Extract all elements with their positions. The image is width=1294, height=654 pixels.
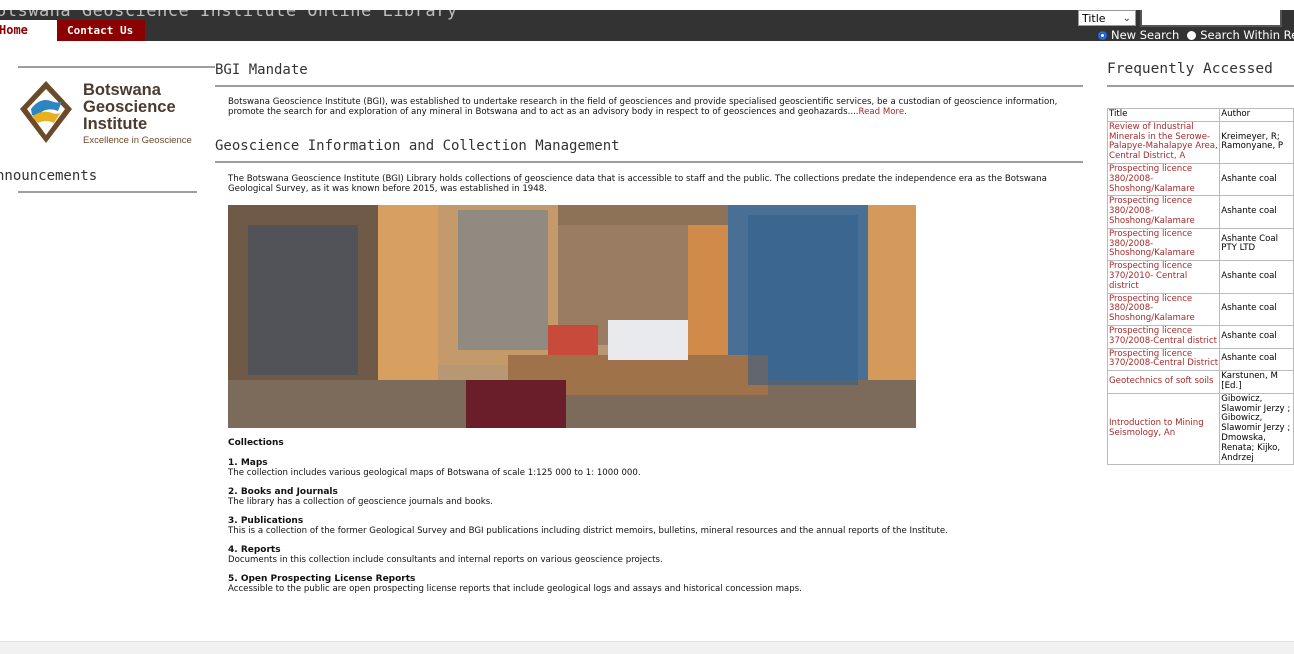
collection-item-text: Accessible to the public are open prospe… (228, 584, 802, 594)
row-author: Ashante coal (1219, 347, 1294, 372)
sidebar (0, 66, 215, 68)
row-title-link[interactable]: Prospecting licence 380/2008-Shoshong/Ka… (1106, 292, 1221, 326)
row-title-link[interactable]: Prospecting licence 370/2010- Central di… (1106, 260, 1221, 294)
collection-item: 4. Reports Documents in this collection … (228, 545, 1088, 565)
row-title-link[interactable]: Review of Industrial Minerals in the Ser… (1106, 120, 1221, 164)
row-title-link[interactable]: Prospecting licence 370/2008-Central Dis… (1106, 347, 1221, 372)
search-input[interactable] (1140, 10, 1282, 27)
read-more-link[interactable]: Read More. (859, 107, 907, 117)
search-field-select-value: Title (1082, 12, 1106, 25)
frequently-accessed-divider (1107, 85, 1294, 87)
column-header-author: Author (1219, 108, 1294, 122)
row-author: Ashante coal (1219, 195, 1294, 229)
table-row: Prospecting licence 370/2008-Central Dis… (1106, 347, 1294, 372)
table-row: Prospecting licence 380/2008-Shoshong/Ka… (1106, 162, 1294, 197)
row-title-link[interactable]: Geotechnics of soft soils (1106, 370, 1221, 394)
library-photo (228, 205, 916, 428)
bgi-logo-icon (20, 81, 72, 143)
row-author: Ashante coal (1219, 324, 1294, 349)
mandate-divider (215, 85, 1083, 87)
row-title-link[interactable]: Prospecting licence 380/2008-Shoshong/Ka… (1106, 162, 1221, 197)
radio-new-search-label: New Search (1111, 28, 1180, 42)
frequently-accessed-table: Title Author Review of Industrial Minera… (1106, 108, 1294, 466)
collection-item-text: The library has a collection of geoscien… (228, 497, 493, 507)
table-row: Review of Industrial Minerals in the Ser… (1106, 120, 1294, 164)
logo-tagline: Excellence in Geoscience (83, 135, 192, 146)
sidebar-divider-top (18, 66, 215, 68)
announcements-heading: nnouncements (0, 168, 98, 184)
collection-item: 3. Publications This is a collection of … (228, 516, 1088, 536)
row-title-link[interactable]: Introduction to Mining Seismology, An (1106, 392, 1221, 466)
table-header-row: Title Author (1106, 108, 1294, 122)
search-mode-options: New Search Search Within Re (1098, 28, 1294, 42)
logo-name-line: Geoscience (83, 98, 176, 116)
radio-search-within[interactable] (1187, 30, 1197, 40)
table-row: Prospecting licence 370/2010- Central di… (1106, 260, 1294, 294)
row-author: Ashante Coal PTY LTD (1219, 227, 1294, 262)
collections-heading: Collections (228, 438, 284, 448)
collection-item-title: 4. Reports (228, 545, 281, 555)
row-author: Gibowicz, Slawomir Jerzy ; Gibowicz, Sla… (1219, 392, 1294, 466)
table-row: Introduction to Mining Seismology, An Gi… (1106, 392, 1294, 466)
collection-item-title: 5. Open Prospecting License Reports (228, 574, 416, 584)
row-author: Kreimeyer, R; Ramonyane, P (1219, 120, 1294, 164)
nav-contact-link[interactable]: Contact Us (57, 20, 146, 41)
collection-item-text: This is a collection of the former Geolo… (228, 526, 948, 536)
collections-section: Collections 1. Maps The collection inclu… (228, 438, 1088, 603)
column-header-title: Title (1106, 108, 1221, 122)
row-title-link[interactable]: Prospecting licence 370/2008-Central dis… (1106, 324, 1221, 349)
collection-item: 1. Maps The collection includes various … (228, 458, 1088, 478)
frequently-accessed-heading: Frequently Accessed (1107, 61, 1273, 77)
row-title-link[interactable]: Prospecting licence 380/2008-Shoshong/Ka… (1106, 227, 1221, 262)
collection-item-title: 2. Books and Journals (228, 487, 338, 497)
gicm-heading: Geoscience Information and Collection Ma… (215, 138, 620, 154)
mandate-text: Botswana Geoscience Institute (BGI), was… (228, 97, 1078, 117)
table-row: Geotechnics of soft soils Karstunen, M [… (1106, 370, 1294, 394)
sidebar-divider-bottom (18, 191, 197, 193)
table-row: Prospecting licence 380/2008-Shoshong/Ka… (1106, 195, 1294, 229)
mandate-body: Botswana Geoscience Institute (BGI), was… (228, 97, 1058, 117)
row-author: Karstunen, M [Ed.] (1219, 370, 1294, 394)
mandate-heading: BGI Mandate (215, 62, 308, 78)
collection-item: 2. Books and Journals The library has a … (228, 487, 1088, 507)
chevron-down-icon: ⌄ (1122, 13, 1131, 24)
collection-item-text: Documents in this collection include con… (228, 555, 663, 565)
nav-home-link[interactable]: Home (0, 20, 57, 41)
row-title-link[interactable]: Prospecting licence 380/2008-Shoshong/Ka… (1106, 195, 1221, 229)
row-author: Ashante coal (1219, 162, 1294, 197)
logo-name-line: Institute (83, 115, 148, 133)
gicm-divider (215, 161, 1083, 163)
radio-new-search[interactable] (1098, 30, 1107, 40)
logo-name-line: Botswana (83, 81, 161, 99)
gicm-text: The Botswana Geoscience Institute (BGI) … (228, 174, 1047, 194)
row-author: Ashante coal (1219, 260, 1294, 294)
page-footer-band (0, 641, 1294, 654)
collection-item-title: 1. Maps (228, 458, 268, 468)
collection-item-text: The collection includes various geologic… (228, 468, 641, 478)
collection-item: 5. Open Prospecting License Reports Acce… (228, 574, 1088, 594)
table-row: Prospecting licence 380/2008-Shoshong/Ka… (1106, 292, 1294, 326)
row-author: Ashante coal (1219, 292, 1294, 326)
table-row: Prospecting licence 370/2008-Central dis… (1106, 324, 1294, 349)
search-field-select[interactable]: Title ⌄ (1078, 10, 1136, 26)
table-row: Prospecting licence 380/2008-Shoshong/Ka… (1106, 227, 1294, 262)
radio-search-within-label: Search Within Re (1200, 28, 1294, 42)
logo-name: Botswana Geoscience Institute (83, 82, 176, 133)
collection-item-title: 3. Publications (228, 516, 304, 526)
main-nav: Home Contact Us (0, 20, 146, 41)
